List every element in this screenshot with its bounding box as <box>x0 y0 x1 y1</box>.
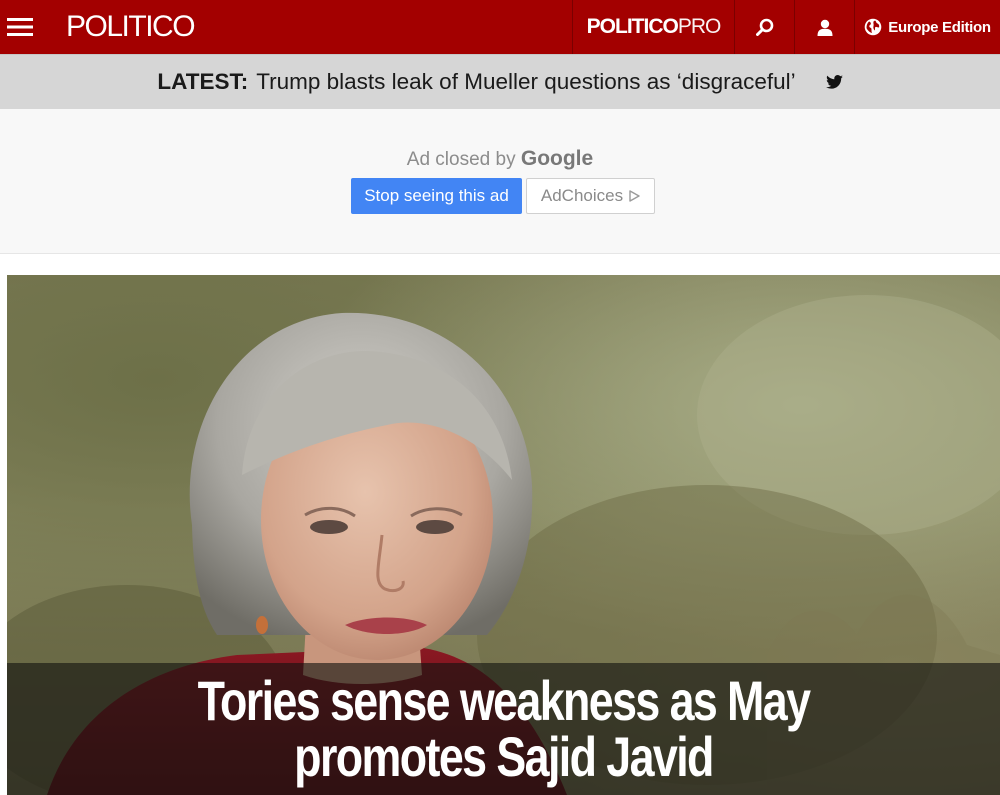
edition-label: Europe Edition <box>888 18 991 36</box>
latest-headline-link[interactable]: Trump blasts leak of Mueller questions a… <box>256 69 795 95</box>
twitter-share-button[interactable] <box>825 75 843 89</box>
search-button[interactable] <box>734 0 794 54</box>
user-icon <box>817 19 832 36</box>
ad-closed-text: Ad closed by <box>406 149 516 170</box>
latest-news-bar: LATEST: Trump blasts leak of Mueller que… <box>0 54 1000 109</box>
edition-selector[interactable]: Europe Edition <box>854 0 1000 54</box>
adchoices-button[interactable]: AdChoices <box>526 178 655 214</box>
ad-closed-notice: Ad closed by Google <box>0 147 1000 171</box>
hamburger-menu-button[interactable] <box>0 0 40 54</box>
hero-caption-bar: Tories sense weakness as May promotes Sa… <box>7 663 1000 795</box>
top-nav: POLITICO POLITICO PRO Europe Edition <box>0 0 1000 54</box>
hero-headline[interactable]: Tories sense weakness as May promotes Sa… <box>106 673 900 785</box>
stop-seeing-ad-button[interactable]: Stop seeing this ad <box>351 178 522 214</box>
menu-icon <box>7 18 33 36</box>
twitter-icon <box>825 75 843 89</box>
adchoices-play-icon <box>629 190 640 202</box>
google-wordmark: Google <box>520 147 594 170</box>
politico-logo[interactable]: POLITICO <box>40 0 196 54</box>
politico-pro-link[interactable]: POLITICO PRO <box>572 0 734 54</box>
account-button[interactable] <box>794 0 854 54</box>
pro-logo-part2: PRO <box>677 15 722 38</box>
pro-logo-part1: POLITICO <box>586 15 679 38</box>
latest-tag: LATEST: <box>157 69 249 94</box>
ad-slot: Ad closed by Google Stop seeing this ad … <box>0 109 1000 254</box>
ad-feedback-buttons: Stop seeing this ad AdChoices <box>351 178 655 214</box>
globe-icon <box>864 18 882 36</box>
hero-story[interactable]: Tories sense weakness as May promotes Sa… <box>7 275 1000 795</box>
adchoices-label: AdChoices <box>540 186 624 205</box>
search-icon <box>755 18 773 36</box>
